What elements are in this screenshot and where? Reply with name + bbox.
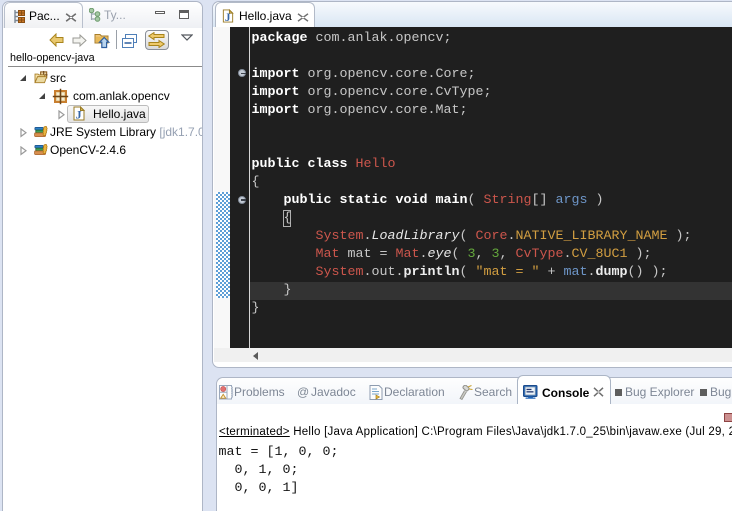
- svg-text:J: J: [76, 108, 82, 121]
- svg-text:J: J: [225, 12, 231, 23]
